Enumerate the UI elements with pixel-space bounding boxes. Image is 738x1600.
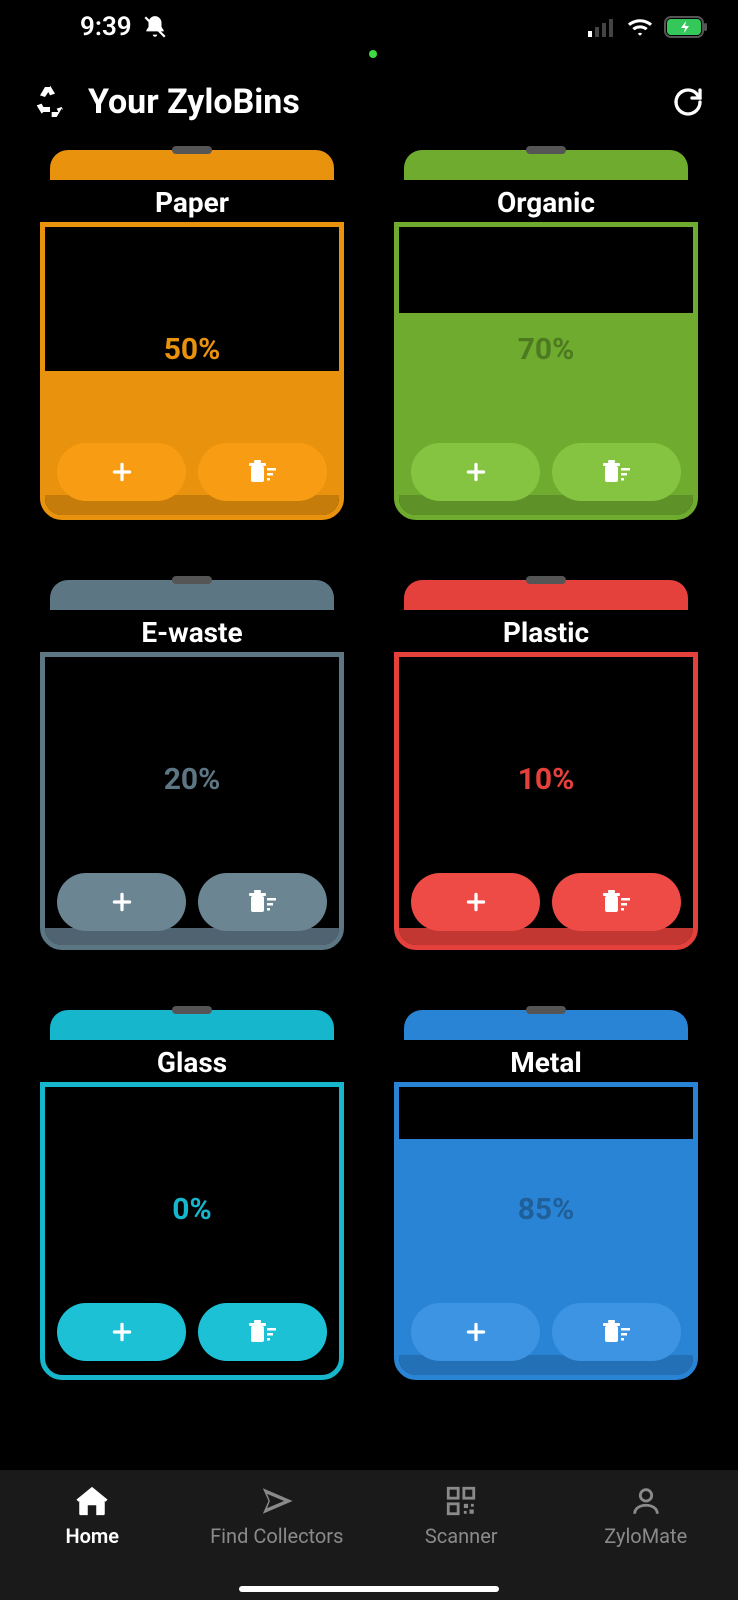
bin-body: 0%: [40, 1082, 344, 1380]
bin-card-plastic: Plastic 10%: [394, 580, 698, 950]
bin-button-row: [57, 873, 327, 931]
bin-button-row: [411, 1303, 681, 1361]
tab-label: Scanner: [425, 1524, 498, 1548]
bin-title: Organic: [394, 186, 698, 219]
bin-lid: [404, 1010, 688, 1040]
bin-lid: [50, 150, 334, 180]
tab-label: ZyloMate: [604, 1524, 687, 1548]
bins-grid: Paper 50% Organic 70% E-waste 20% Plastic 10% Gl…: [0, 142, 738, 1380]
bin-dispose-button[interactable]: [198, 1303, 327, 1361]
bin-card-paper: Paper 50%: [40, 150, 344, 520]
bin-title: E-waste: [40, 616, 344, 649]
bin-title: Plastic: [394, 616, 698, 649]
bin-add-button[interactable]: [57, 443, 186, 501]
bin-add-button[interactable]: [57, 1303, 186, 1361]
bin-lid: [404, 150, 688, 180]
bin-dispose-button[interactable]: [198, 873, 327, 931]
bin-add-button[interactable]: [57, 873, 186, 931]
bin-add-button[interactable]: [411, 443, 540, 501]
bin-body: 20%: [40, 652, 344, 950]
page-header: Your ZyloBins: [0, 54, 738, 142]
page-title: Your ZyloBins: [88, 82, 300, 122]
battery-charging-icon: [664, 16, 708, 38]
status-bar: 9:39: [0, 0, 738, 54]
header-left: Your ZyloBins: [30, 82, 300, 122]
bin-lid-handle: [172, 1006, 212, 1014]
tab-zylomate[interactable]: ZyloMate: [554, 1484, 738, 1548]
status-left: 9:39: [80, 12, 168, 42]
bin-lid-handle: [172, 576, 212, 584]
bin-card-metal: Metal 85%: [394, 1010, 698, 1380]
bin-dispose-button[interactable]: [552, 443, 681, 501]
bin-title: Glass: [40, 1046, 344, 1079]
home-icon: [75, 1484, 109, 1518]
recycle-icon: [30, 82, 70, 122]
bin-card-glass: Glass 0%: [40, 1010, 344, 1380]
bin-lid-handle: [172, 146, 212, 154]
status-right: [588, 16, 708, 38]
bin-dispose-button[interactable]: [552, 873, 681, 931]
bin-lid: [50, 1010, 334, 1040]
tab-label: Home: [65, 1524, 119, 1548]
bin-button-row: [411, 443, 681, 501]
bin-lid-handle: [526, 146, 566, 154]
bin-lid-handle: [526, 1006, 566, 1014]
bin-percent-label: 70%: [399, 332, 693, 367]
bottom-tab-bar: Home Find Collectors Scanner ZyloMate: [0, 1470, 738, 1600]
cellular-signal-icon: [588, 17, 616, 37]
bin-title: Paper: [40, 186, 344, 219]
bin-dispose-button[interactable]: [552, 1303, 681, 1361]
bin-card-e-waste: E-waste 20%: [40, 580, 344, 950]
bin-percent-label: 20%: [45, 762, 339, 797]
bin-button-row: [57, 1303, 327, 1361]
bin-body: 70%: [394, 222, 698, 520]
bin-percent-label: 0%: [45, 1192, 339, 1227]
qr-icon: [444, 1484, 478, 1518]
bin-add-button[interactable]: [411, 1303, 540, 1361]
send-icon: [260, 1484, 294, 1518]
status-time: 9:39: [80, 12, 132, 42]
bin-card-organic: Organic 70%: [394, 150, 698, 520]
wifi-icon: [626, 16, 654, 38]
bin-dispose-button[interactable]: [198, 443, 327, 501]
privacy-indicator-dot: [369, 50, 377, 58]
tab-home[interactable]: Home: [0, 1484, 185, 1548]
silent-mode-icon: [142, 14, 168, 40]
tab-scanner[interactable]: Scanner: [369, 1484, 554, 1548]
home-indicator: [239, 1586, 499, 1592]
bin-button-row: [57, 443, 327, 501]
bin-lid: [404, 580, 688, 610]
bin-percent-label: 50%: [45, 332, 339, 367]
bin-lid: [50, 580, 334, 610]
tab-find-collectors[interactable]: Find Collectors: [185, 1484, 370, 1548]
bin-lid-handle: [526, 576, 566, 584]
refresh-button[interactable]: [668, 82, 708, 122]
bin-percent-label: 10%: [399, 762, 693, 797]
bin-body: 10%: [394, 652, 698, 950]
tab-label: Find Collectors: [210, 1524, 343, 1548]
person-icon: [629, 1484, 663, 1518]
bin-body: 85%: [394, 1082, 698, 1380]
bin-body: 50%: [40, 222, 344, 520]
bin-title: Metal: [394, 1046, 698, 1079]
bin-button-row: [411, 873, 681, 931]
bin-add-button[interactable]: [411, 873, 540, 931]
bin-percent-label: 85%: [399, 1192, 693, 1227]
